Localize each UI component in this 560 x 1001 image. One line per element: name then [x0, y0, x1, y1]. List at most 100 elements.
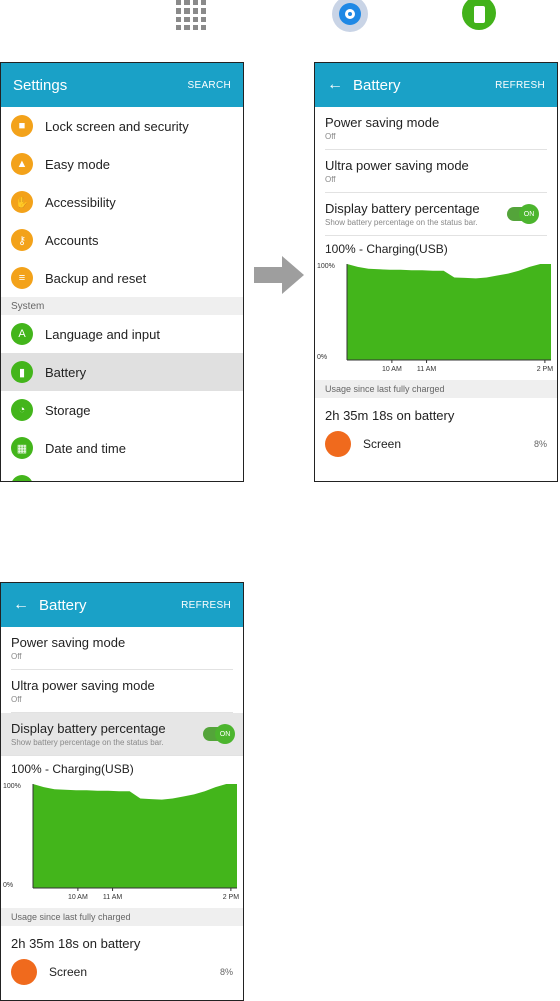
pref-title: Ultra power saving mode	[325, 158, 469, 173]
partial-icon	[11, 475, 33, 481]
back-arrow-icon[interactable]: ←	[13, 596, 29, 614]
x-tick-label: 11 AM	[103, 894, 122, 901]
usage-item-name: Screen	[363, 437, 402, 451]
x-tick-label: 10 AM	[382, 366, 402, 373]
usage-total: 2h 35m 18s on battery	[11, 936, 141, 951]
battery-header: ← Battery REFRESH	[315, 63, 557, 107]
display-battery-percentage[interactable]: Display battery percentage Show battery …	[1, 713, 243, 756]
ultra-power-saving-mode[interactable]: Ultra power saving mode Off	[11, 670, 233, 713]
battery-chart: 100% 0% 10 AM 11 AM 2 PM	[315, 258, 557, 380]
pref-subtitle: Off	[325, 175, 336, 184]
settings-item-backup[interactable]: ≡ Backup and reset	[1, 259, 243, 297]
settings-item-label: Lock screen and security	[45, 118, 189, 134]
settings-item-storage[interactable]: ◔ Storage	[1, 391, 243, 429]
y-tick-label: 100%	[317, 263, 335, 270]
settings-item-label: Backup and reset	[45, 270, 147, 286]
language-icon: A	[11, 323, 33, 345]
settings-screen: Settings SEARCH ■ Lock screen and securit…	[0, 62, 244, 482]
refresh-button[interactable]: REFRESH	[181, 600, 231, 611]
x-tick-label: 2 PM	[537, 366, 554, 373]
battery-chart-svg: 100% 0% 10 AM 11 AM 2 PM	[3, 783, 240, 901]
usage-item-percent: 8%	[533, 439, 547, 449]
ultra-power-saving-mode[interactable]: Ultra power saving mode Off	[325, 150, 547, 193]
hand-icon: ✋	[11, 191, 33, 213]
y-tick-label: 0%	[317, 354, 327, 361]
settings-item-label: Easy mode	[45, 156, 111, 172]
battery-screen-top: ← Battery REFRESH Power saving mode Off …	[314, 62, 558, 482]
settings-item-accessibility[interactable]: ✋ Accessibility	[1, 183, 243, 221]
refresh-button[interactable]: REFRESH	[495, 80, 545, 91]
battery-level-area	[33, 784, 237, 888]
page-title: Battery	[353, 76, 401, 94]
pref-title: Display battery percentage	[11, 721, 166, 736]
percentage-toggle[interactable]: ON	[203, 724, 235, 744]
pref-title: Ultra power saving mode	[11, 678, 155, 693]
pref-subtitle: Show battery percentage on the status ba…	[325, 218, 478, 227]
x-tick-label: 2 PM	[223, 894, 240, 901]
pref-title: Power saving mode	[325, 115, 440, 130]
settings-item-label: Accessibility	[45, 194, 116, 210]
usage-header: Usage since last fully charged	[315, 380, 557, 398]
percentage-toggle[interactable]: ON	[507, 204, 539, 224]
screen-icon	[11, 959, 37, 985]
key-icon: ⚷	[11, 229, 33, 251]
battery-chart-svg: 100% 0% 10 AM 11 AM 2 PM	[317, 263, 554, 373]
page-title: Settings	[13, 76, 68, 94]
settings-header: Settings SEARCH	[1, 63, 243, 107]
battery-screen-bottom: ← Battery REFRESH Power saving mode Off …	[0, 582, 244, 1001]
storage-icon: ◔	[11, 399, 33, 421]
battery-header: ← Battery REFRESH	[1, 583, 243, 627]
pref-subtitle: Show battery percentage on the status ba…	[11, 738, 164, 747]
settings-item-battery[interactable]: ▮ Battery	[1, 353, 243, 391]
search-button[interactable]: SEARCH	[188, 80, 231, 91]
pref-subtitle: Off	[325, 132, 336, 141]
battery-level-area	[347, 264, 551, 360]
pref-title: Power saving mode	[11, 635, 126, 650]
x-tick-label: 10 AM	[68, 894, 88, 901]
arrow-right-icon	[254, 256, 304, 294]
power-saving-mode[interactable]: Power saving mode Off	[11, 627, 233, 670]
calendar-icon: ▦	[11, 437, 33, 459]
settings-item-partial[interactable]	[1, 467, 243, 481]
backup-icon: ≡	[11, 267, 33, 289]
usage-item-screen[interactable]: Screen 8%	[1, 959, 243, 985]
battery-chart: 100% 0% 10 AM 11 AM 2 PM	[1, 778, 243, 908]
back-arrow-icon[interactable]: ←	[327, 76, 343, 94]
power-saving-mode[interactable]: Power saving mode Off	[325, 107, 547, 150]
settings-item-accounts[interactable]: ⚷ Accounts	[1, 221, 243, 259]
battery-icon: ▮	[11, 361, 33, 383]
x-tick-label: 11 AM	[417, 366, 436, 373]
settings-item-label: Battery	[45, 364, 87, 380]
usage-item-percent: 8%	[219, 967, 233, 977]
pref-subtitle: Off	[11, 652, 22, 661]
section-header-system: System	[1, 297, 243, 315]
toggle-label: ON	[519, 204, 539, 224]
charging-status: 100% - Charging(USB)	[11, 762, 134, 776]
settings-item-easy-mode[interactable]: ▲ Easy mode	[1, 145, 243, 183]
battery-icon	[462, 0, 496, 30]
settings-item-label: Language and input	[45, 326, 160, 342]
screen-icon	[325, 431, 351, 457]
toggle-label: ON	[215, 724, 235, 744]
settings-item-lock-screen[interactable]: ■ Lock screen and security	[1, 107, 243, 145]
usage-total: 2h 35m 18s on battery	[325, 408, 455, 423]
pref-title: Display battery percentage	[325, 201, 480, 216]
home-icon: ▲	[11, 153, 33, 175]
settings-item-label: Date and time	[45, 440, 126, 456]
apps-icon	[176, 0, 206, 30]
page-title: Battery	[39, 596, 87, 614]
display-battery-percentage[interactable]: Display battery percentage Show battery …	[325, 193, 547, 236]
charging-status: 100% - Charging(USB)	[325, 242, 448, 256]
usage-header: Usage since last fully charged	[1, 908, 243, 926]
y-tick-label: 0%	[3, 882, 13, 889]
settings-item-language[interactable]: A Language and input	[1, 315, 243, 353]
usage-item-screen[interactable]: Screen 8%	[315, 431, 557, 457]
settings-item-label: Accounts	[45, 232, 99, 248]
settings-icon	[332, 0, 368, 32]
settings-item-label: Storage	[45, 402, 91, 418]
y-tick-label: 100%	[3, 783, 21, 790]
settings-item-date-time[interactable]: ▦ Date and time	[1, 429, 243, 467]
pref-subtitle: Off	[11, 695, 22, 704]
usage-item-name: Screen	[49, 965, 88, 979]
lock-icon: ■	[11, 115, 33, 137]
